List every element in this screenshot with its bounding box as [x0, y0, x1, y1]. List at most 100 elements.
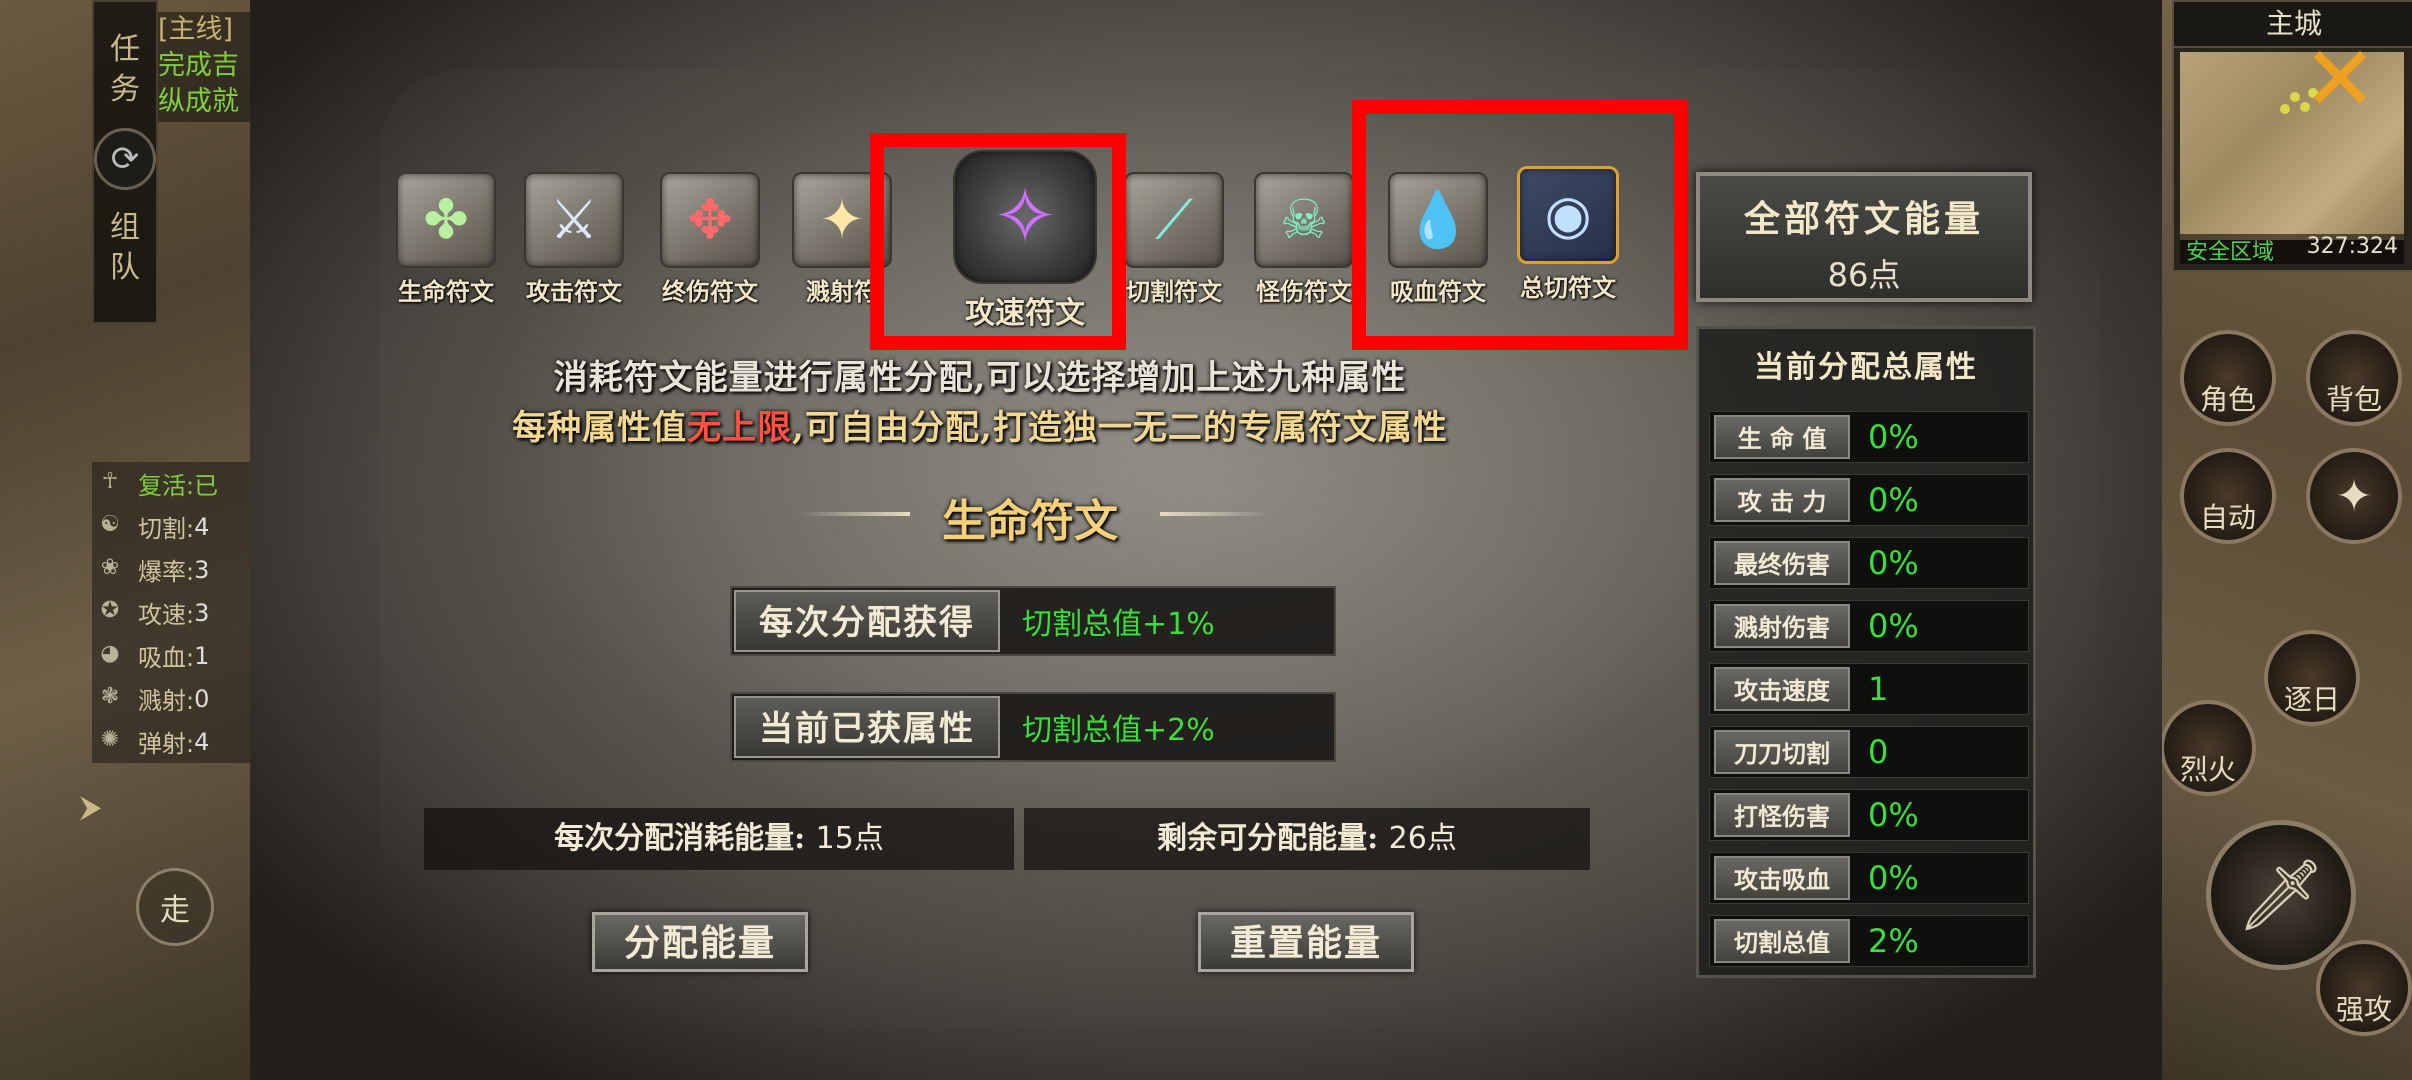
- auto-button[interactable]: 自动: [2180, 448, 2276, 544]
- per-allocation-row: 每次分配获得 切割总值+1%: [730, 586, 1336, 656]
- attribute-row: 攻 击 力 0%: [1709, 474, 2029, 526]
- quest-tag: [主线]: [158, 14, 234, 45]
- player-stat-label: 弹射:: [138, 730, 195, 758]
- strong-attack-label: 强攻: [2335, 993, 2392, 1026]
- allocate-energy-button[interactable]: 分配能量: [592, 912, 808, 972]
- rune-tab-3[interactable]: ✥ 终伤符文: [646, 172, 774, 307]
- current-attribute-label: 当前已获属性: [734, 696, 1000, 758]
- highlight-box-lifesteal-totalcut: [1352, 100, 1688, 350]
- lifesteal-icon: ◕: [100, 640, 120, 666]
- highlight-box-attack-speed: [870, 133, 1126, 350]
- allocation-cost-value: 15点: [815, 821, 884, 856]
- attribute-label: 最终伤害: [1714, 541, 1850, 585]
- attribute-label: 切割总值: [1714, 919, 1850, 963]
- reset-energy-button[interactable]: 重置能量: [1198, 912, 1414, 972]
- player-stat-value: 0: [194, 684, 210, 713]
- attribute-label: 攻 击 力: [1714, 478, 1850, 522]
- shuriken-icon: ✦: [2335, 470, 2373, 522]
- total-energy-value: 86点: [1827, 256, 1901, 294]
- close-icon[interactable]: ✕: [2300, 35, 2380, 125]
- refresh-icon[interactable]: ⟳: [94, 128, 156, 190]
- player-stat-row: ☯ 切割: 4: [92, 505, 252, 548]
- team-tab-char-1[interactable]: 组: [105, 208, 145, 248]
- attribute-value: 0%: [1868, 796, 1919, 834]
- walk-button[interactable]: 走: [136, 868, 214, 946]
- selected-rune-title: 生命符文: [942, 496, 1118, 547]
- team-tab-char-2[interactable]: 队: [105, 248, 145, 288]
- bag-button[interactable]: 背包: [2306, 330, 2402, 426]
- player-stat-row: ✪ 攻速: 3: [92, 591, 252, 634]
- attribute-value: 1: [1868, 670, 1889, 708]
- attribute-label: 生 命 值: [1714, 415, 1850, 459]
- auto-label: 自动: [2199, 501, 2256, 534]
- per-allocation-label: 每次分配获得: [734, 590, 1000, 652]
- player-stat-label: 爆率:: [138, 558, 195, 586]
- shuriken-skill-button[interactable]: ✦: [2306, 448, 2402, 544]
- attribute-label: 刀刀切割: [1714, 730, 1850, 774]
- rune-tab-label: 怪伤符文: [1256, 277, 1352, 306]
- quest-tracker[interactable]: [主线] 完成吉 纵成就: [158, 12, 253, 122]
- rune-tab-7[interactable]: ☠ 怪伤符文: [1240, 172, 1368, 307]
- collapse-arrow-icon[interactable]: ⮞: [80, 790, 102, 825]
- player-stat-row: ❀ 爆率: 3: [92, 548, 252, 591]
- attribute-value: 0%: [1868, 481, 1919, 519]
- strong-attack-button[interactable]: 强攻: [2316, 940, 2412, 1036]
- monster-damage-rune-icon: ☠: [1254, 172, 1354, 268]
- allocation-cost-label: 每次分配消耗能量:: [554, 821, 806, 856]
- remaining-energy-label: 剩余可分配能量:: [1157, 821, 1379, 856]
- attribute-row: 最终伤害 0%: [1709, 537, 2029, 589]
- current-attribute-value: 切割总值+2%: [1022, 713, 1215, 748]
- attribute-row: 攻击吸血 0%: [1709, 852, 2029, 904]
- fire-skill-button[interactable]: 烈火: [2160, 700, 2256, 796]
- player-stat-row: ☥ 复活: 已: [92, 462, 252, 505]
- attribute-value: 0: [1868, 733, 1889, 771]
- quest-tab-char-2[interactable]: 务: [105, 70, 145, 110]
- allocated-attributes-panel: 当前分配总属性 生 命 值 0% 攻 击 力 0% 最终伤害 0% 溅射伤害 0% 攻击速度 1 刀…: [1696, 326, 2036, 978]
- sun-skill-label: 逐日: [2283, 683, 2340, 716]
- safe-zone-label: 安全区域: [2186, 240, 2275, 265]
- rune-tab-label: 终伤符文: [662, 277, 758, 306]
- player-stat-value: 4: [194, 512, 210, 541]
- fire-skill-label: 烈火: [2179, 753, 2236, 786]
- quest-sidebar[interactable]: 任 务 ⟳ 组 队: [92, 0, 158, 324]
- rune-tab-2[interactable]: ⚔ 攻击符文: [510, 172, 638, 307]
- quest-tab-char-1[interactable]: 任: [105, 30, 145, 70]
- attribute-label: 溅射伤害: [1714, 604, 1850, 648]
- player-stat-value: 已: [194, 472, 219, 500]
- revive-icon: ☥: [101, 468, 119, 494]
- minimap-footer: 安全区域 327:324: [2180, 234, 2404, 265]
- player-stat-label: 复活:: [138, 472, 195, 500]
- description-line-2b: ,可自由分配,打造独一无二的专属符文属性: [792, 408, 1448, 448]
- splash-icon: ❃: [100, 683, 120, 709]
- title-ornament-right: [1160, 512, 1270, 516]
- main-attack-button[interactable]: 🗡: [2206, 820, 2356, 970]
- cut-rune-icon: ⟋: [1124, 172, 1224, 268]
- cut-icon: ☯: [100, 511, 120, 537]
- rune-tab-label: 攻击符文: [526, 277, 622, 306]
- sword-icon: 🗡: [2236, 853, 2326, 936]
- life-rune-icon: ✤: [396, 172, 496, 268]
- rune-tab-1[interactable]: ✤ 生命符文: [382, 172, 510, 307]
- attack-speed-icon: ✪: [100, 597, 120, 623]
- player-stat-value: 3: [194, 555, 210, 584]
- allocation-cost-bar: 每次分配消耗能量: 15点: [424, 808, 1014, 870]
- current-attribute-row: 当前已获属性 切割总值+2%: [730, 692, 1336, 762]
- attribute-row: 打怪伤害 0%: [1709, 789, 2029, 841]
- character-label: 角色: [2199, 383, 2256, 416]
- player-stat-row: ◕ 吸血: 1: [92, 634, 252, 677]
- player-stat-label: 切割:: [138, 515, 195, 543]
- sun-skill-button[interactable]: 逐日: [2264, 630, 2360, 726]
- description-line-2: 每种属性值无上限,可自由分配,打造独一无二的专属符文属性: [380, 400, 1580, 449]
- player-stat-value: 3: [194, 598, 210, 627]
- attribute-label: 攻击速度: [1714, 667, 1850, 711]
- quest-line-1: 完成吉: [158, 50, 239, 81]
- character-button[interactable]: 角色: [2180, 330, 2276, 426]
- player-stats-list: ☥ 复活: 已 ☯ 切割: 4 ❀ 爆率: 3 ✪ 攻速: 3 ◕ 吸血: 1 ❃ 溅射: 0 ✺ 弹射: 4: [92, 462, 252, 763]
- attribute-value: 2%: [1868, 922, 1919, 960]
- quest-line-2: 纵成就: [158, 86, 239, 117]
- drop-rate-icon: ❀: [100, 554, 120, 580]
- rune-tab-label: 生命符文: [398, 277, 494, 306]
- bounce-icon: ✺: [100, 726, 120, 752]
- rune-tab-6[interactable]: ⟋ 切割符文: [1110, 172, 1238, 307]
- attribute-row: 刀刀切割 0: [1709, 726, 2029, 778]
